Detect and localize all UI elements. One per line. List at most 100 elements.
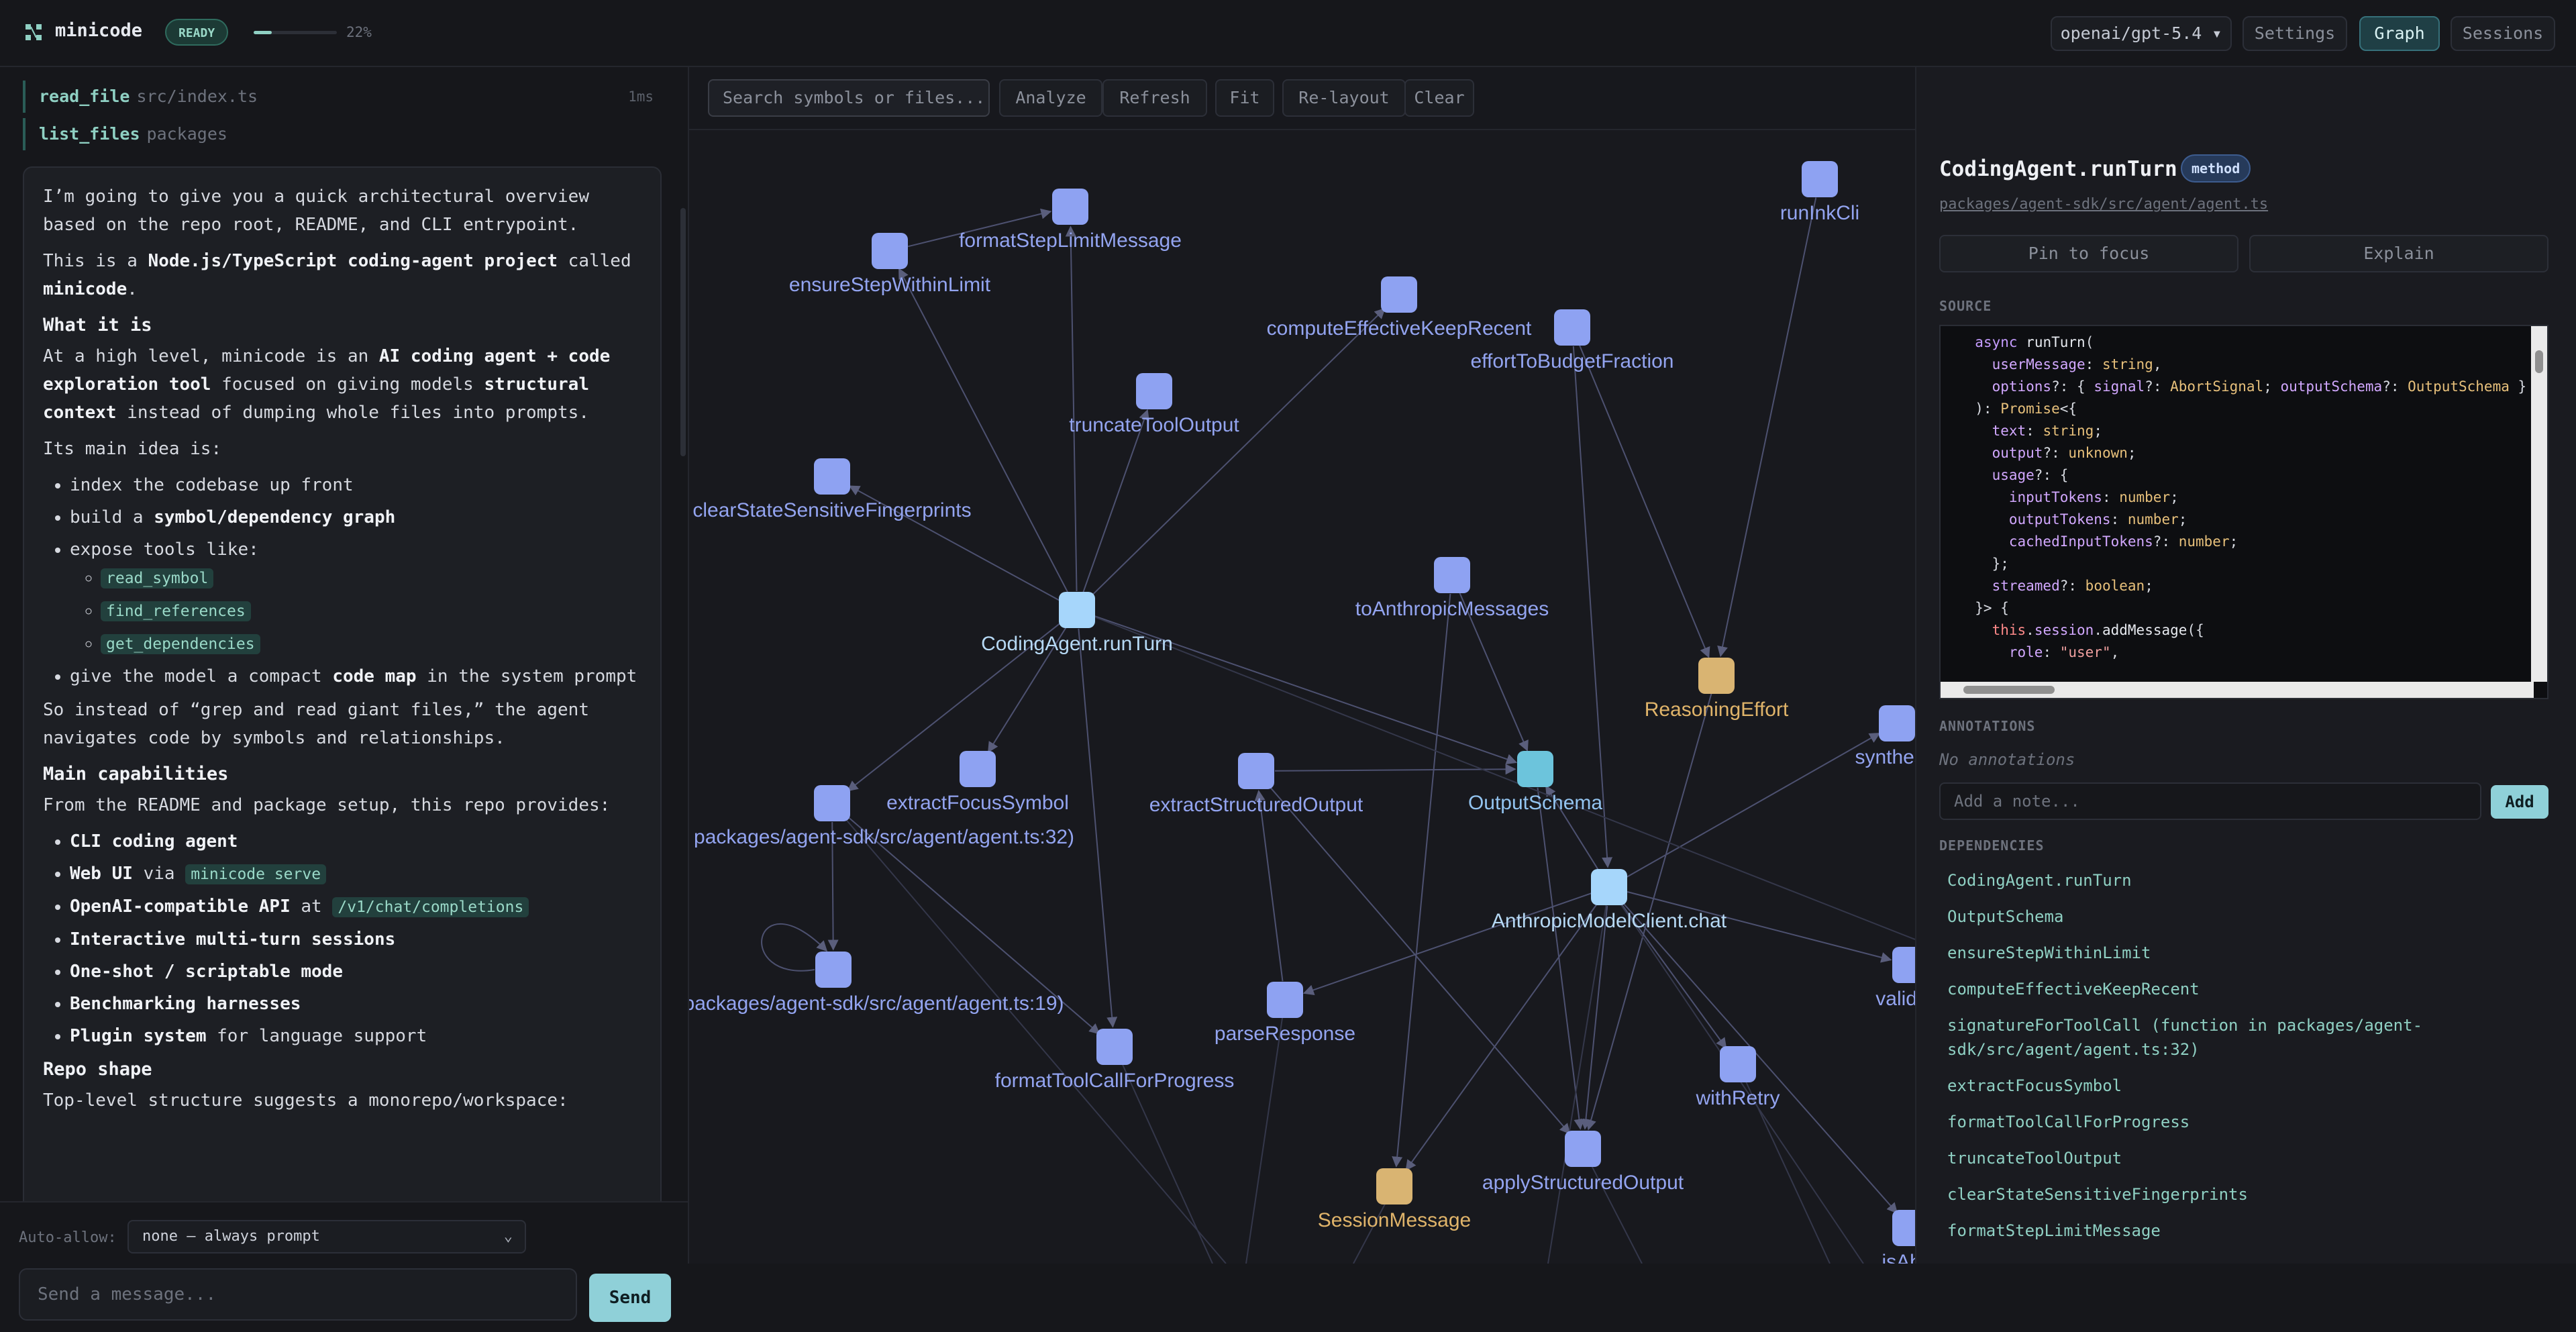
graph-node[interactable]: formatStepLimitMessage [959,189,1182,252]
graph-button[interactable]: Graph [2359,16,2440,51]
graph-node[interactable]: clearStateSensitiveFingerprints [692,458,972,521]
dependency-item[interactable]: CodingAgent.runTurn [1939,863,2543,899]
dependency-item[interactable]: signatureForToolCall (function in packag… [1939,1008,2543,1068]
dependencies-list: CodingAgent.runTurn OutputSchema ensureS… [1939,863,2543,1249]
graph-node-shape[interactable] [1136,373,1172,409]
dependency-item[interactable]: clearStateSensitiveFingerprints [1939,1177,2543,1213]
graph-node-shape[interactable] [815,952,852,988]
graph-node[interactable]: SessionMessage [1318,1168,1471,1231]
graph-node[interactable]: ReasoningEffort [1645,658,1789,721]
graph-node[interactable]: CodingAgent.runTurn [981,592,1173,655]
graph-node[interactable]: applyStructuredOutput [1482,1131,1684,1194]
dependency-graph[interactable]: formatStepLimitMessage ensureStepWithinLi… [689,67,1915,1264]
graph-node-label: CodingAgent.runTurn [981,633,1173,655]
graph-node-shape[interactable] [1096,1029,1133,1065]
tool-call-row[interactable]: read_file src/index.ts 1ms [23,81,654,113]
graph-node-shape[interactable] [1892,1210,1915,1246]
source-code-view[interactable]: async runTurn( userMessage: string, opti… [1939,325,2548,699]
list-item: OpenAI-compatible API at /v1/chat/comple… [70,892,641,921]
graph-node[interactable]: toAnthropicMessages [1355,557,1549,620]
graph-node-label: SessionMessage [1318,1209,1471,1231]
relayout-button[interactable]: Re-layout [1282,79,1406,117]
graph-node-shape[interactable] [1698,658,1735,694]
graph-node-shape[interactable] [1517,751,1553,787]
dependency-item[interactable]: formatStepLimitMessage [1939,1213,2543,1249]
graph-node[interactable]: extractFocusSymbol [886,751,1069,814]
graph-node-shape[interactable] [1802,161,1838,197]
graph-node-shape[interactable] [960,751,996,787]
list-item: find_references [101,597,641,625]
graph-edge [1076,609,1915,940]
graph-node-label: validate [1875,988,1915,1010]
graph-node-shape[interactable] [1554,309,1590,346]
symbol-file-link[interactable]: packages/agent-sdk/src/agent/agent.ts [1939,196,2268,213]
graph-node-label: withRetry [1695,1087,1780,1109]
graph-node[interactable]: truncateToolOutput [1069,373,1239,436]
symbol-search-input[interactable]: Search symbols or files... [708,79,990,117]
pin-to-focus-button[interactable]: Pin to focus [1939,235,2238,272]
annotation-input[interactable]: Add a note... [1939,782,2481,820]
graph-node[interactable]: extractStructuredOutput [1149,753,1363,816]
graph-node-shape[interactable] [1238,753,1274,789]
dependency-item[interactable]: ensureStepWithinLimit [1939,935,2543,972]
graph-node-label: parseResponse [1215,1023,1355,1045]
graph-node[interactable]: isAbor [1882,1210,1915,1264]
graph-canvas[interactable]: formatStepLimitMessage ensureStepWithinLi… [689,67,1915,1264]
dependency-item[interactable]: formatToolCallForProgress [1939,1105,2543,1141]
graph-node-shape[interactable] [1052,189,1088,225]
chat-scrollbar[interactable] [680,208,686,456]
dependency-item[interactable]: truncateToolOutput [1939,1141,2543,1177]
graph-node-shape[interactable] [872,233,908,269]
model-select[interactable]: openai/gpt-5.4 ▾ [2051,16,2232,51]
message-input[interactable]: Send a message... [19,1268,577,1321]
graph-node-shape[interactable] [1376,1168,1412,1205]
analyze-button[interactable]: Analyze [999,79,1102,117]
tool-call-row[interactable]: list_files packages [23,118,654,150]
list-item: CLI coding agent [70,827,641,856]
graph-node[interactable]: AnthropicModelClient.chat [1492,869,1727,932]
graph-node-label: runInkCli [1780,202,1859,224]
graph-edge [898,268,1069,594]
graph-node[interactable]: parseResponse [1215,982,1355,1045]
graph-node[interactable]: withRetry [1695,1046,1780,1109]
auto-allow-select[interactable]: none — always prompt ⌄ [127,1220,526,1253]
graph-node-shape[interactable] [1591,869,1627,905]
graph-node-shape[interactable] [1720,1046,1756,1082]
source-horizontal-scrollbar[interactable] [1941,682,2534,698]
add-annotation-button[interactable]: Add [2491,785,2548,819]
dependency-item[interactable]: OutputSchema [1939,899,2543,935]
refresh-button[interactable]: Refresh [1102,79,1207,117]
graph-node-shape[interactable] [814,785,850,821]
list-item: One-shot / scriptable mode [70,958,641,986]
graph-node[interactable]: nction in packages/agent-sdk/src/agent/a… [689,952,1064,1015]
graph-node[interactable]: formatToolCallForProgress [995,1029,1235,1092]
sessions-button[interactable]: Sessions [2451,16,2555,51]
graph-node-shape[interactable] [1879,705,1915,741]
fit-button[interactable]: Fit [1215,79,1274,117]
graph-node-shape[interactable] [1565,1131,1601,1167]
graph-node-shape[interactable] [1267,982,1303,1018]
graph-node[interactable]: runInkCli [1780,161,1859,224]
graph-node[interactable]: synthesiz [1855,705,1915,768]
explain-button[interactable]: Explain [2249,235,2548,272]
graph-edge [1537,787,1585,1130]
graph-edge [831,803,1227,1264]
graph-node-shape[interactable] [814,458,850,495]
graph-node[interactable]: computeEffectiveKeepRecent [1267,276,1532,340]
graph-node-label: extractStructuredOutput [1149,794,1363,816]
source-vertical-scrollbar[interactable] [2531,326,2547,682]
dependency-item[interactable]: extractFocusSymbol [1939,1068,2543,1105]
context-progress-fill [254,31,272,34]
graph-node-shape[interactable] [1381,276,1417,313]
graph-node-shape[interactable] [1059,592,1095,628]
graph-node[interactable]: validate [1875,947,1915,1010]
graph-node-shape[interactable] [1434,557,1470,593]
settings-button[interactable]: Settings [2243,16,2347,51]
graph-node[interactable]: OutputSchema [1468,751,1602,814]
list-item: build a symbol/dependency graph [70,503,641,531]
dependency-item[interactable]: computeEffectiveKeepRecent [1939,972,2543,1008]
graph-edge [1078,628,1118,1028]
graph-node-shape[interactable] [1892,947,1915,983]
send-button[interactable]: Send [589,1274,671,1322]
clear-button[interactable]: Clear [1404,79,1474,117]
